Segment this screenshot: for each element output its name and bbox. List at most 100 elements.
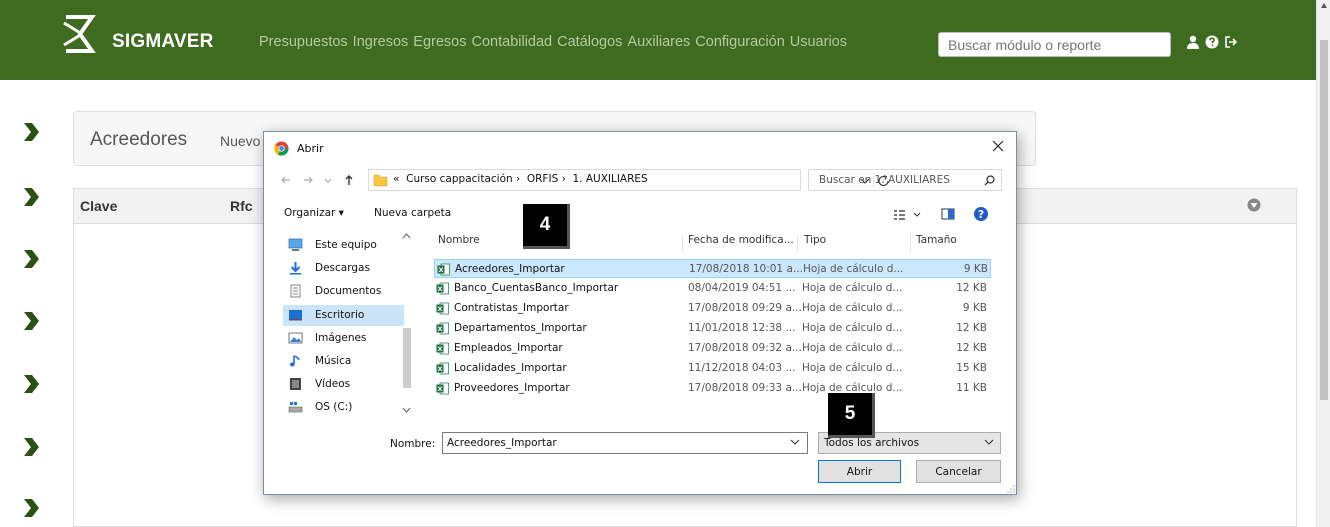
- folder-icon: [373, 174, 388, 187]
- column-header-size[interactable]: Tamaño: [916, 234, 957, 246]
- nav-item-escritorio[interactable]: Escritorio: [283, 305, 404, 326]
- scroll-up-arrow-icon[interactable]: [402, 233, 411, 239]
- drive-icon: [288, 402, 303, 413]
- scrollbar-thumb[interactable]: [403, 328, 411, 388]
- chevron-right-icon[interactable]: [22, 437, 40, 457]
- chevron-right-icon[interactable]: [22, 498, 40, 518]
- menu-usuarios[interactable]: Usuarios: [790, 34, 847, 50]
- image-icon: [288, 332, 303, 344]
- file-row[interactable]: X Departamentos_Importar 11/01/2018 12:3…: [434, 319, 991, 338]
- menu-configuracion[interactable]: Configuración: [695, 34, 784, 50]
- nav-item-documentos[interactable]: Documentos: [283, 281, 404, 302]
- folder-search-input[interactable]: Buscar en 1. AUXILIARES: [808, 169, 1002, 191]
- nav-item-este-equipo[interactable]: Este equipo: [283, 235, 404, 256]
- menu-egresos[interactable]: Egresos: [413, 34, 466, 50]
- column-header-date[interactable]: Fecha de modifica...: [688, 234, 794, 246]
- excel-file-icon: X: [436, 282, 449, 295]
- help-icon[interactable]: [1205, 35, 1219, 49]
- breadcrumb-prefix[interactable]: «: [393, 173, 399, 185]
- open-file-dialog: Abrir « Curso cappacitación › ORFIS › 1.…: [263, 131, 1017, 495]
- chevron-right-icon[interactable]: [22, 311, 40, 331]
- file-list: Nombre Fecha de modifica... Tipo Tamaño …: [432, 230, 992, 400]
- column-header-type[interactable]: Tipo: [804, 234, 826, 246]
- user-icon[interactable]: [1186, 35, 1200, 49]
- module-search-input[interactable]: [938, 32, 1171, 57]
- chevron-right-icon[interactable]: [22, 249, 40, 269]
- chevron-down-icon[interactable]: [984, 438, 994, 446]
- breadcrumb-item-auxiliares[interactable]: 1. AUXILIARES: [572, 173, 647, 185]
- breadcrumb: « Curso cappacitación › ORFIS › 1. AUXIL…: [393, 173, 648, 185]
- view-controls: ?: [894, 207, 988, 221]
- file-list-header: Nombre Fecha de modifica... Tipo Tamaño: [432, 230, 992, 252]
- menu-catalogos[interactable]: Catálogos: [557, 34, 622, 50]
- navigation-pane-scrollbar[interactable]: [400, 230, 413, 418]
- file-row[interactable]: X Acreedores_Importar 17/08/2018 10:01 a…: [434, 259, 991, 278]
- file-row[interactable]: X Banco_CuentasBanco_Importar 08/04/2019…: [434, 279, 991, 298]
- chevron-down-icon[interactable]: [790, 438, 800, 446]
- new-folder-button[interactable]: Nueva carpeta: [374, 207, 451, 219]
- excel-file-icon: X: [436, 362, 449, 375]
- step-callout-5: 5: [828, 393, 875, 438]
- column-header-rfc[interactable]: Rfc: [230, 198, 253, 214]
- file-row[interactable]: X Proveedores_Importar 17/08/2018 09:33 …: [434, 379, 991, 398]
- nav-item-os-c[interactable]: OS (C:): [283, 397, 404, 418]
- chevron-right-icon[interactable]: [22, 187, 40, 207]
- cancel-button[interactable]: Cancelar: [916, 460, 1001, 483]
- svg-text:?: ?: [978, 208, 984, 221]
- chrome-icon: [274, 141, 289, 156]
- nav-item-descargas[interactable]: Descargas: [283, 258, 404, 279]
- nav-item-musica[interactable]: Música: [283, 351, 404, 372]
- preview-pane-icon[interactable]: [941, 208, 955, 220]
- scroll-up-arrow-icon[interactable]: [1320, 2, 1328, 10]
- resize-grip-icon[interactable]: [1006, 484, 1016, 494]
- filename-input[interactable]: Acreedores_Importar: [442, 432, 808, 454]
- chevron-right-icon[interactable]: [22, 374, 40, 394]
- chevron-right-icon[interactable]: [22, 122, 40, 142]
- menu-auxiliares[interactable]: Auxiliares: [627, 34, 690, 50]
- scrollbar-thumb[interactable]: [1320, 40, 1328, 400]
- logout-icon[interactable]: [1224, 35, 1238, 49]
- column-menu-toggle-icon[interactable]: [1247, 198, 1261, 212]
- search-icon[interactable]: [984, 175, 995, 186]
- recent-dropdown-icon[interactable]: [322, 174, 334, 186]
- file-row[interactable]: X Localidades_Importar 11/12/2018 04:03 …: [434, 359, 991, 378]
- organize-menu[interactable]: Organizar ▾: [284, 207, 344, 219]
- page-scrollbar[interactable]: [1316, 0, 1330, 527]
- dialog-toolbar: Organizar ▾ Nueva carpeta ?: [264, 202, 1016, 226]
- document-icon: [290, 284, 301, 298]
- column-header-clave[interactable]: Clave: [80, 198, 117, 214]
- address-row: « Curso cappacitación › ORFIS › 1. AUXIL…: [264, 168, 1016, 194]
- help-icon[interactable]: ?: [974, 207, 988, 221]
- nav-item-imagenes[interactable]: Imágenes: [283, 328, 404, 349]
- dialog-title: Abrir: [297, 142, 324, 155]
- breadcrumb-item-curso[interactable]: Curso cappacitación: [406, 173, 513, 185]
- svg-text:X: X: [437, 305, 442, 313]
- top-navbar: SIGMAVER Presupuestos Ingresos Egresos C…: [0, 0, 1316, 80]
- open-button[interactable]: Abrir: [818, 460, 901, 483]
- column-header-name[interactable]: Nombre: [438, 234, 480, 246]
- music-icon: [290, 355, 300, 367]
- menu-ingresos[interactable]: Ingresos: [353, 34, 409, 50]
- file-row[interactable]: X Empleados_Importar 17/08/2018 09:32 a.…: [434, 339, 991, 358]
- file-row[interactable]: X Contratistas_Importar 17/08/2018 09:29…: [434, 299, 991, 318]
- address-bar[interactable]: « Curso cappacitación › ORFIS › 1. AUXIL…: [368, 169, 889, 191]
- scroll-down-arrow-icon[interactable]: [402, 407, 411, 413]
- svg-text:X: X: [438, 266, 443, 274]
- app-screen: SIGMAVER Presupuestos Ingresos Egresos C…: [0, 0, 1330, 527]
- up-arrow-icon[interactable]: [343, 174, 355, 186]
- brand-name[interactable]: SIGMAVER: [112, 31, 214, 53]
- desktop-icon: [289, 310, 302, 321]
- dialog-titlebar[interactable]: Abrir: [264, 132, 1016, 164]
- svg-text:X: X: [437, 365, 442, 373]
- menu-contabilidad[interactable]: Contabilidad: [472, 34, 553, 50]
- view-options-icon[interactable]: [894, 210, 921, 220]
- breadcrumb-item-orfis[interactable]: ORFIS: [527, 173, 558, 185]
- back-arrow-icon[interactable]: [280, 174, 292, 186]
- menu-presupuestos[interactable]: Presupuestos: [259, 34, 348, 50]
- nav-item-videos[interactable]: Vídeos: [283, 374, 404, 395]
- new-link[interactable]: Nuevo: [220, 133, 260, 149]
- navbar-icons: [1186, 35, 1238, 49]
- sigmaver-logo-icon[interactable]: [62, 14, 102, 54]
- close-icon[interactable]: [991, 139, 1005, 153]
- forward-arrow-icon[interactable]: [302, 174, 314, 186]
